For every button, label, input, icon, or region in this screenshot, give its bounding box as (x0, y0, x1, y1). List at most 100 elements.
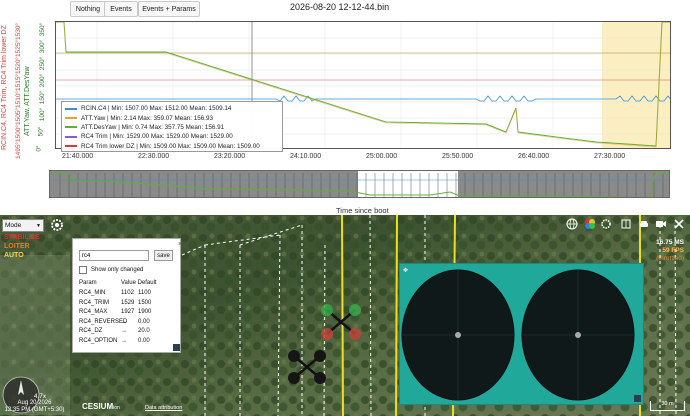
clock: Aug 20 2026 12:35 PM (GMT+5:30) (2, 400, 67, 414)
y-tick-label: 300° (39, 39, 47, 54)
x-tick-label: 24:10.000 (290, 153, 322, 160)
y-tick-label: 100° (39, 107, 47, 122)
param-value[interactable]: 1529 (121, 300, 138, 306)
cesium-logo-text: CESIUM (82, 402, 114, 411)
mode-stabilize[interactable]: STABILIZE (4, 234, 40, 241)
overview-slider[interactable] (49, 170, 670, 198)
plot-legend: RCIN.C4 | Min: 1507.00 Max: 1512.00 Mean… (61, 101, 283, 152)
param-search-input[interactable] (79, 250, 149, 261)
clock-date: Aug 20 2026 (17, 400, 52, 406)
param-value[interactable]: → (121, 328, 138, 334)
stats-fps: 59 FPS (662, 247, 684, 254)
camera-icon[interactable] (655, 218, 667, 230)
clock-time: 12:35 PM (GMT+5:30) (4, 407, 65, 413)
legend-row-trim: RC4 Trim | Min: 1529.00 Max: 1529.00 Mea… (65, 132, 279, 141)
x-tick-label: 25:00.000 (366, 153, 398, 160)
y-tick-label: 1525° (15, 39, 23, 58)
data-attribution-link[interactable]: Data attribution (145, 405, 182, 411)
color-palette-icon[interactable] (584, 218, 596, 230)
param-row[interactable]: RC4_TRIM 1529 1500 (79, 300, 151, 306)
settings-icon[interactable] (600, 218, 612, 230)
y-tick-label: 250° (39, 56, 47, 71)
legend-text: ATT.Yaw | Min: 2.14 Max: 359.07 Mean: 15… (81, 114, 213, 122)
param-row[interactable]: RC4_MIN 1102 1100 (79, 290, 151, 296)
cesium-logo-suffix: ion (113, 405, 120, 411)
car-icon[interactable] (638, 218, 650, 230)
drag-handle-icon[interactable]: ✥ (403, 267, 408, 274)
param-default: 1100 (138, 290, 151, 296)
close-icon[interactable]: × (178, 241, 182, 248)
x-tick-label: 27:30.000 (594, 153, 626, 160)
y-tick-label: 1530° (15, 22, 23, 41)
map-view[interactable]: Mode ▼ STABILIZE LOITER AUTO × save Show… (0, 215, 690, 416)
param-value[interactable]: → (121, 338, 138, 344)
mode-select[interactable]: Mode ▼ (2, 219, 44, 232)
param-value[interactable]: 1927 (121, 309, 138, 315)
mode-auto[interactable]: AUTO (4, 252, 24, 259)
param-row[interactable]: RC4_MAX 1927 1900 (79, 309, 151, 315)
param-default: 0.00 (138, 318, 150, 325)
overview-canvas[interactable] (50, 171, 670, 198)
param-name: RC4_TRIM (79, 299, 110, 306)
show-changed-checkbox[interactable] (79, 266, 87, 274)
y-tick-label: 200° (39, 73, 47, 88)
chevron-down-icon: ▼ (36, 222, 41, 229)
legend-row-trim-lower: RC4 Trim lower DZ | Min: 1509.00 Max: 15… (65, 142, 279, 151)
param-row[interactable]: RC4_REVERSED→ 0.00 (79, 319, 150, 325)
resize-handle-icon[interactable] (634, 395, 641, 402)
param-name: RC4_REVERSED (79, 318, 128, 325)
legend-text: ATT.DesYaw | Min: 0.74 Max: 357.75 Mean:… (81, 123, 225, 131)
y-tick-label: 1500° (15, 124, 23, 143)
events-params-button[interactable]: Events + Params (138, 1, 200, 17)
y-axis-label-right: ATT.Yaw, ATT.DesYaw (24, 66, 31, 136)
param-row[interactable]: RC4_OPTION → 0.00 (79, 338, 150, 344)
y-tick-label: 1505° (15, 107, 23, 126)
lens-right (521, 269, 635, 401)
legend-text: RC4 Trim lower DZ | Min: 1509.00 Max: 15… (81, 142, 260, 150)
param-default: 1500 (138, 299, 152, 306)
y-tick-label: 1510° (15, 90, 23, 109)
x-axis-label: Time since boot (336, 206, 389, 215)
track-line (341, 215, 344, 416)
nothing-button[interactable]: Nothing (70, 1, 106, 17)
y-tick-label: 1520° (15, 56, 23, 75)
zoom-level: 4.7x (33, 393, 47, 400)
globe-icon[interactable] (566, 218, 578, 230)
performance-stats: 16.75 MS 59 FPS (throttled) (656, 239, 684, 263)
legend-swatch (65, 107, 77, 110)
events-button[interactable]: Events (104, 1, 138, 17)
param-panel[interactable]: × save Show only changed Param Value Defa… (72, 238, 182, 353)
overview-window[interactable] (358, 171, 458, 198)
param-row[interactable]: RC4_DZ → 20.0 (79, 328, 150, 334)
param-name: RC4_OPTION (79, 337, 118, 344)
y-tick-label: 150° (39, 90, 47, 105)
x-tick-label: 22:30.000 (138, 153, 170, 160)
legend-row-yaw: ATT.Yaw | Min: 2.14 Max: 359.07 Mean: 15… (65, 113, 279, 122)
map-icon[interactable] (620, 218, 632, 230)
resize-handle-icon[interactable] (173, 344, 180, 351)
stats-throttled: (throttled) (656, 255, 684, 262)
legend-row-desyaw: ATT.DesYaw | Min: 0.74 Max: 357.75 Mean:… (65, 123, 279, 132)
lens-left (401, 269, 515, 401)
mode-select-value: Mode (5, 222, 22, 229)
param-name: RC4_MIN (79, 290, 106, 296)
cesium-logo: CESIUMion (82, 402, 120, 411)
mode-loiter[interactable]: LOITER (4, 243, 30, 250)
x-tick-label: 26:40.000 (518, 153, 550, 160)
header-default: Default (137, 280, 157, 286)
save-button[interactable]: save (154, 250, 173, 261)
close-icon[interactable] (673, 218, 685, 230)
param-value[interactable]: 1102 (121, 290, 138, 296)
param-value[interactable]: → (121, 319, 138, 325)
y-tick-label: 0° (35, 145, 43, 152)
y-axis-label-left: RCIN.C4, RC4 Trim, RC4 Trim lower DZ (1, 25, 8, 150)
video-panel[interactable]: ✥ (399, 263, 644, 405)
y-tick-label: 350° (39, 22, 47, 37)
param-default: 0.00 (138, 337, 150, 344)
gear-icon[interactable] (50, 218, 64, 232)
header-param: Param (79, 280, 97, 286)
x-tick-label: 25:50.000 (442, 153, 474, 160)
legend-swatch (65, 117, 77, 120)
legend-swatch (65, 126, 77, 129)
stats-ms: 16.75 MS (656, 239, 684, 246)
